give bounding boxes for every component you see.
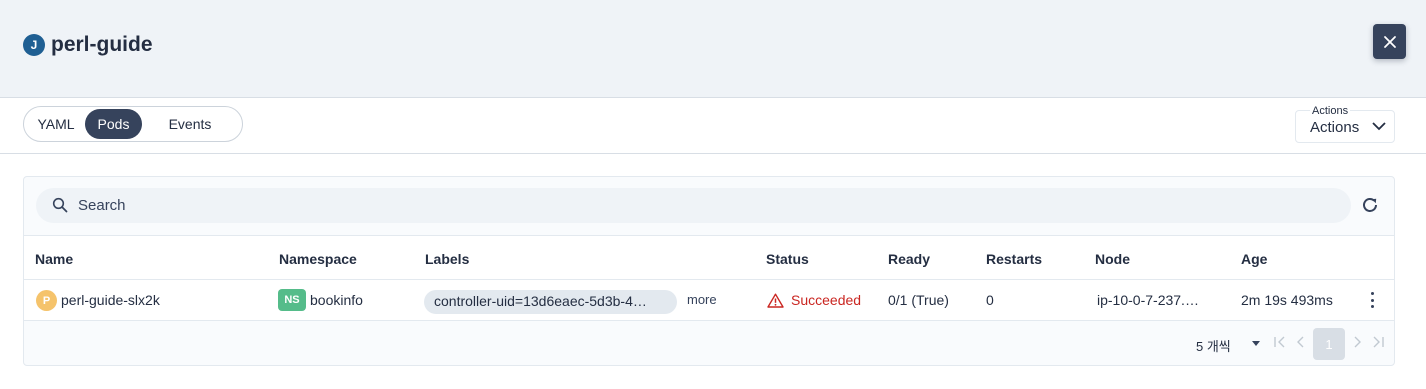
table-header: Name Namespace Labels Status Ready Resta… bbox=[24, 235, 1394, 280]
column-header-age[interactable]: Age bbox=[1241, 251, 1267, 267]
label-chip: controller-uid=13d6eaec-5d3b-4… bbox=[424, 290, 677, 314]
caret-down-icon[interactable] bbox=[1252, 341, 1260, 346]
column-header-name[interactable]: Name bbox=[35, 251, 73, 267]
pod-name-link[interactable]: perl-guide-slx2k bbox=[61, 292, 160, 308]
search-icon bbox=[52, 197, 68, 213]
column-header-namespace[interactable]: Namespace bbox=[279, 251, 357, 267]
node-value[interactable]: ip-10-0-7-237.… bbox=[1097, 292, 1207, 308]
prev-page-icon[interactable] bbox=[1294, 335, 1308, 349]
age-value: 2m 19s 493ms bbox=[1241, 292, 1333, 308]
column-header-labels: Labels bbox=[425, 251, 470, 267]
table-row: P perl-guide-slx2k NS bookinfo controlle… bbox=[24, 280, 1394, 321]
warning-icon bbox=[767, 293, 784, 308]
next-page-icon[interactable] bbox=[1350, 335, 1364, 349]
chevron-down-icon bbox=[1372, 122, 1386, 131]
page-title: perl-guide bbox=[51, 33, 153, 56]
tab-group: YAML Pods Events bbox=[23, 106, 243, 142]
namespace-badge: NS bbox=[278, 289, 306, 311]
column-header-status[interactable]: Status bbox=[766, 251, 809, 267]
refresh-icon[interactable] bbox=[1359, 194, 1381, 216]
close-icon bbox=[1383, 35, 1396, 48]
column-header-restarts: Restarts bbox=[986, 251, 1043, 267]
ready-value: 0/1 (True) bbox=[888, 292, 949, 308]
pod-badge: P bbox=[36, 290, 57, 311]
actions-value: Actions bbox=[1310, 119, 1360, 136]
title-group: J perl-guide bbox=[23, 33, 153, 57]
more-vertical-icon[interactable] bbox=[1366, 290, 1378, 310]
tab-yaml[interactable]: YAML bbox=[27, 109, 85, 139]
pods-panel: Name Namespace Labels Status Ready Resta… bbox=[23, 176, 1395, 366]
column-header-ready: Ready bbox=[888, 251, 931, 267]
tab-pods[interactable]: Pods bbox=[85, 109, 142, 139]
namespace-link[interactable]: bookinfo bbox=[310, 292, 363, 308]
search-bar[interactable] bbox=[36, 188, 1351, 223]
first-page-icon[interactable] bbox=[1273, 335, 1287, 349]
job-kind-badge: J bbox=[23, 34, 45, 56]
labels-more-link[interactable]: more bbox=[687, 292, 717, 307]
last-page-icon[interactable] bbox=[1371, 335, 1385, 349]
search-input[interactable] bbox=[78, 188, 1328, 223]
close-button[interactable] bbox=[1373, 24, 1406, 59]
status-text: Succeeded bbox=[791, 292, 862, 308]
page-number-current[interactable]: 1 bbox=[1313, 328, 1345, 360]
detail-header: J perl-guide bbox=[0, 0, 1426, 98]
tab-events[interactable]: Events bbox=[142, 109, 238, 139]
pagination: 5 개씩 1 bbox=[24, 321, 1394, 365]
actions-floating-label: Actions bbox=[1310, 105, 1351, 117]
toolbar: YAML Pods Events bbox=[0, 98, 1426, 154]
restarts-value: 0 bbox=[986, 292, 994, 308]
column-header-node: Node bbox=[1095, 251, 1130, 267]
page-size-select[interactable]: 5 개씩 bbox=[1196, 336, 1231, 355]
